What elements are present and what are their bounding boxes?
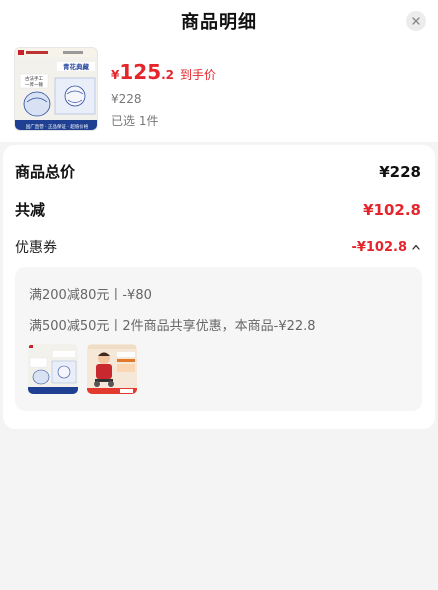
price-integer: 125 — [119, 60, 162, 84]
sheet-title: 商品明细 — [181, 12, 257, 33]
total-row: 商品总价 ¥228 — [15, 161, 421, 182]
coupon-row[interactable]: 优惠券 -¥102.8 — [15, 237, 421, 257]
svg-text:国广直营 · 正品保证 · 超值价格: 国广直营 · 正品保证 · 超值价格 — [26, 123, 89, 130]
reduction-row: 共减 ¥102.8 — [15, 199, 421, 220]
selected-count: 已选 1件 — [111, 114, 159, 128]
product-thumbnail[interactable]: 青花典藏 古法手工 一斧一锤 国广直营 · 正品保证 · 超值价格 — [14, 47, 98, 131]
coupon-product-thumbnail[interactable] — [28, 344, 78, 394]
coupon-toggle[interactable]: -¥102.8 — [351, 240, 421, 255]
svg-text:古法手工: 古法手工 — [25, 75, 43, 82]
product-image: 青花典藏 古法手工 一斧一锤 国广直营 · 正品保证 · 超值价格 — [15, 48, 97, 130]
product-row: 青花典藏 古法手工 一斧一锤 国广直营 · 正品保证 · 超值价格 ¥ 125 … — [0, 42, 438, 142]
original-price: ¥228 — [111, 92, 142, 106]
coupon-product-image — [28, 344, 78, 394]
reduction-value: ¥102.8 — [363, 200, 421, 219]
price-tag: 到手价 — [180, 68, 217, 82]
price-summary-card: 商品总价 ¥228 共减 ¥102.8 优惠券 -¥102.8 满200减80元… — [3, 145, 435, 429]
total-label: 商品总价 — [15, 163, 76, 181]
coupon-product-image-2 — [87, 344, 137, 394]
chevron-up-icon — [412, 244, 420, 250]
coupon-value: -¥102.8 — [351, 239, 407, 255]
close-icon — [412, 17, 420, 25]
price-symbol: ¥ — [111, 68, 120, 82]
coupon-label: 优惠券 — [15, 240, 57, 256]
reduction-label: 共减 — [15, 201, 46, 219]
product-detail-sheet: 商品明细 青花典藏 古法手工 一斧一锤 国广直营 · 正品保证 · 超值价格 ¥… — [0, 0, 438, 590]
coupon-line-2: 满500减50元丨2件商品共享优惠，本商品-¥22.8 — [29, 319, 316, 334]
close-button[interactable] — [406, 11, 426, 31]
thumb-brand-text: 青花典藏 — [63, 62, 90, 71]
coupon-detail-panel: 满200减80元丨-¥80 满500减50元丨2件商品共享优惠，本商品-¥22.… — [15, 267, 422, 411]
coupon-line-1: 满200减80元丨-¥80 — [29, 288, 152, 303]
sheet-header: 商品明细 — [0, 0, 438, 42]
coupon-product-thumbnail-2[interactable] — [87, 344, 137, 394]
price-decimal: .2 — [161, 68, 175, 82]
total-value: ¥228 — [379, 162, 421, 181]
svg-text:一斧一锤: 一斧一锤 — [25, 81, 43, 88]
final-price: ¥ 125 .2 到手价 — [111, 60, 216, 84]
product-info: ¥ 125 .2 到手价 ¥228 已选 1件 — [111, 60, 216, 129]
